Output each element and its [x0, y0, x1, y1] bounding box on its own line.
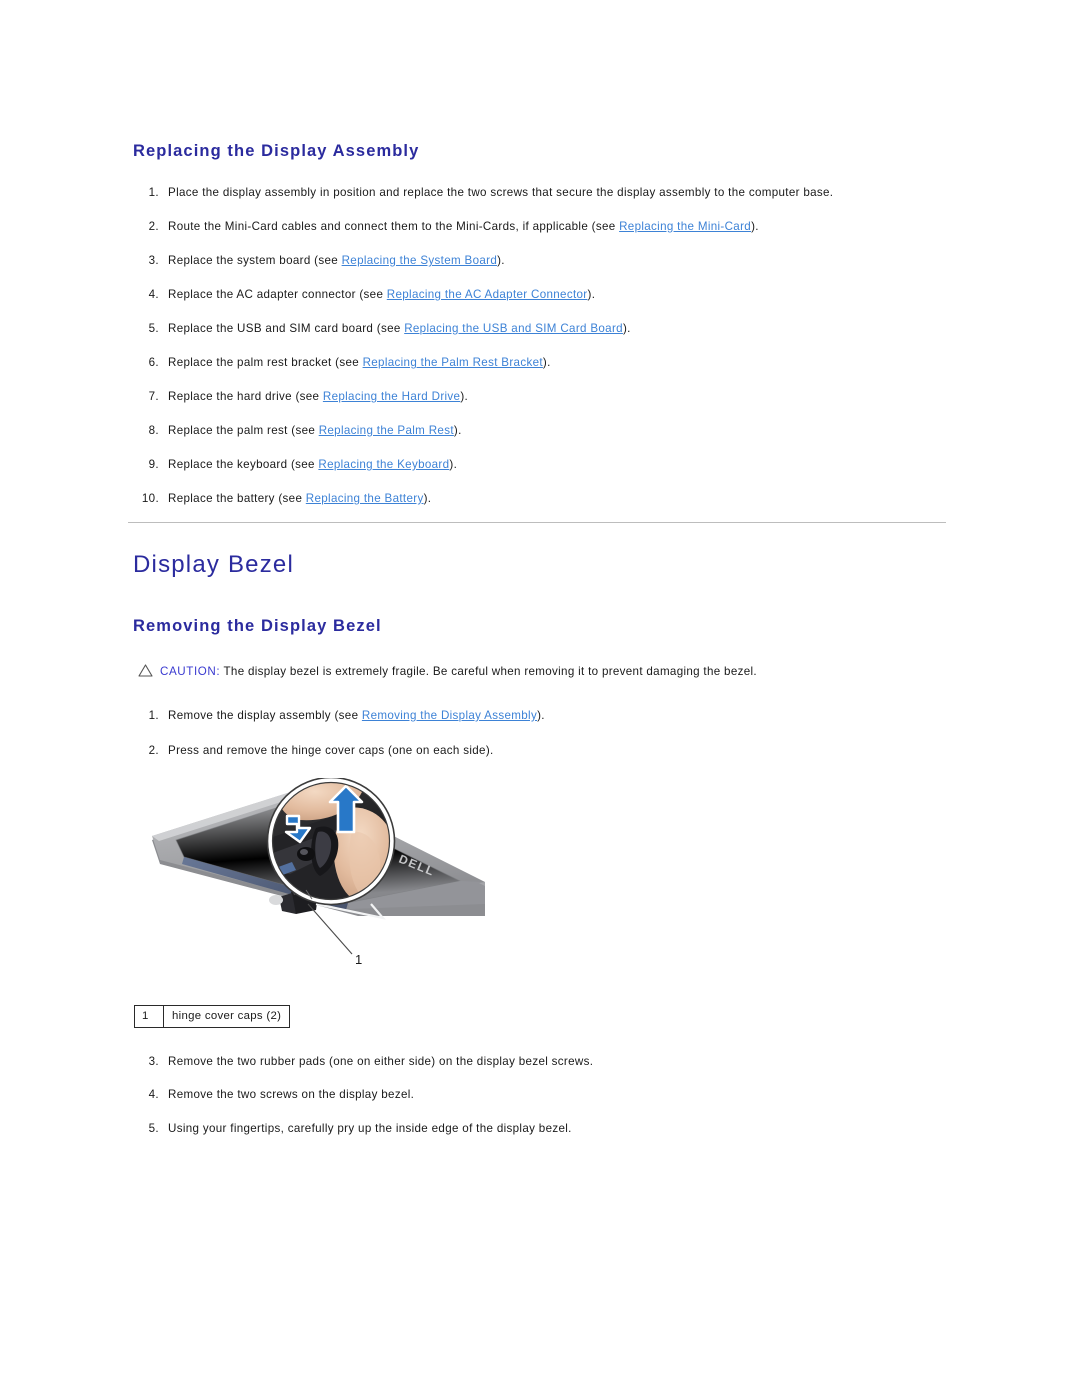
heading-replacing-display-assembly: Replacing the Display Assembly: [133, 142, 420, 160]
section-divider: [128, 522, 946, 523]
list-item-text: Replace the USB and SIM card board (see: [168, 322, 405, 335]
list-item-text: Remove the display assembly (see: [168, 709, 362, 722]
link-replacing-the-battery[interactable]: Replacing the Battery: [306, 492, 424, 505]
page-title-display-bezel: Display Bezel: [133, 551, 294, 578]
legend-index: 1: [134, 1005, 164, 1028]
warning-triangle-icon: [138, 664, 153, 681]
link-replacing-the-mini-card[interactable]: Replacing the Mini-Card: [619, 220, 751, 233]
list-item: 5. Replace the USB and SIM card board (se…: [133, 322, 1033, 336]
list-item-number: 3.: [148, 254, 159, 267]
list-item-text: Replace the keyboard (see: [168, 458, 319, 471]
list-item: 6. Replace the palm rest bracket (see Rep…: [133, 356, 1033, 370]
list-item-number: 4.: [148, 1088, 159, 1101]
link-replacing-the-system-board[interactable]: Replacing the System Board: [342, 254, 498, 267]
link-replacing-the-hard-drive[interactable]: Replacing the Hard Drive: [323, 390, 460, 403]
link-removing-the-display-assembly[interactable]: Removing the Display Assembly: [362, 709, 537, 722]
list-item-text-tail: ).: [453, 424, 462, 437]
list-item-text-tail: ).: [751, 220, 759, 233]
document-page: Replacing the Display Assembly 1. Place t…: [0, 0, 1080, 1397]
list-item-text: Place the display assembly in position a…: [168, 186, 834, 199]
list-item-number: 1.: [148, 709, 159, 722]
link-replacing-the-usb-and-sim-card-board[interactable]: Replacing the USB and SIM Card Board: [404, 322, 623, 335]
list-item: 7. Replace the hard drive (see Replacing …: [133, 390, 1033, 404]
list-item-number: 7.: [148, 390, 159, 403]
list-item-number: 2.: [148, 220, 159, 233]
list-item-text-tail: ).: [622, 322, 631, 335]
list-item-text-tail: ).: [423, 492, 432, 505]
list-item-number: 10.: [141, 492, 159, 505]
list-item-text: Replace the AC adapter connector (see: [168, 288, 387, 301]
list-item-text-tail: ).: [542, 356, 551, 369]
list-item: 1. Place the display assembly in position…: [133, 186, 1033, 200]
caution-notice: CAUTION: The display bezel is extremely …: [138, 664, 757, 681]
list-item: 8. Replace the palm rest (see Replacing t…: [133, 424, 1033, 438]
link-replacing-the-palm-rest[interactable]: Replacing the Palm Rest: [319, 424, 454, 437]
list-item: 9. Replace the keyboard (see Replacing th…: [133, 458, 1033, 472]
legend-label: hinge cover caps (2): [162, 1005, 291, 1028]
link-replacing-the-keyboard[interactable]: Replacing the Keyboard: [318, 458, 449, 471]
list-item: 4. Remove the two screws on the display b…: [133, 1088, 1033, 1102]
list-item-text: Replace the system board (see: [168, 254, 342, 267]
list-item-text: Route the Mini-Card cables and connect t…: [168, 220, 620, 233]
list-item-number: 9.: [148, 458, 159, 471]
list-item-text: Replace the hard drive (see: [168, 390, 323, 403]
table-row: 1 hinge cover caps (2): [134, 1005, 291, 1028]
list-item-number: 2.: [148, 744, 159, 757]
list-item-text: Remove the two rubber pads (one on eithe…: [168, 1055, 594, 1068]
list-item-number: 4.: [148, 288, 159, 301]
list-item-number: 6.: [148, 356, 159, 369]
list-item-text: Replace the palm rest (see: [168, 424, 319, 437]
list-item: 4. Replace the AC adapter connector (see …: [133, 288, 1033, 302]
figure-callout-number: 1: [355, 952, 362, 967]
list-item: 10. Replace the battery (see Replacing th…: [133, 492, 1033, 506]
list-item-number: 5.: [148, 1122, 159, 1135]
list-item: 2. Route the Mini-Card cables and connect…: [133, 220, 1033, 234]
list-item-text-tail: ).: [449, 458, 458, 471]
list-item-number: 1.: [148, 186, 159, 199]
list-item-text-tail: ).: [497, 254, 505, 267]
list-item-text: Remove the two screws on the display bez…: [168, 1088, 415, 1101]
list-item-text-tail: ).: [537, 709, 545, 722]
list-item-text: Using your fingertips, carefully pry up …: [168, 1122, 572, 1135]
list-item: 1. Remove the display assembly (see Remov…: [133, 709, 1033, 723]
list-item-text-tail: ).: [460, 390, 469, 403]
caution-text: The display bezel is extremely fragile. …: [220, 665, 757, 678]
list-item: 2. Press and remove the hinge cover caps …: [133, 744, 1033, 758]
figure-hinge-cover-cap-removal: DELL 1: [140, 778, 485, 1000]
list-item-text: Replace the palm rest bracket (see: [168, 356, 363, 369]
list-item-text-tail: ).: [587, 288, 596, 301]
list-item-number: 5.: [148, 322, 159, 335]
list-item-text: Replace the battery (see: [168, 492, 306, 505]
list-item: 3. Remove the two rubber pads (one on eit…: [133, 1055, 1033, 1069]
figure-legend-table: 1 hinge cover caps (2): [134, 1005, 291, 1028]
magnified-inset: [266, 778, 396, 906]
link-replacing-the-palm-rest-bracket[interactable]: Replacing the Palm Rest Bracket: [363, 356, 543, 369]
list-item: 5. Using your fingertips, carefully pry u…: [133, 1122, 1033, 1136]
heading-removing-display-bezel: Removing the Display Bezel: [133, 617, 382, 635]
caution-label: CAUTION:: [160, 665, 221, 678]
list-item-number: 3.: [148, 1055, 159, 1068]
list-item-text: Press and remove the hinge cover caps (o…: [168, 744, 494, 757]
list-item-number: 8.: [148, 424, 159, 437]
link-replacing-the-ac-adapter-connector[interactable]: Replacing the AC Adapter Connector: [387, 288, 588, 301]
list-item: 3. Replace the system board (see Replacin…: [133, 254, 1033, 268]
